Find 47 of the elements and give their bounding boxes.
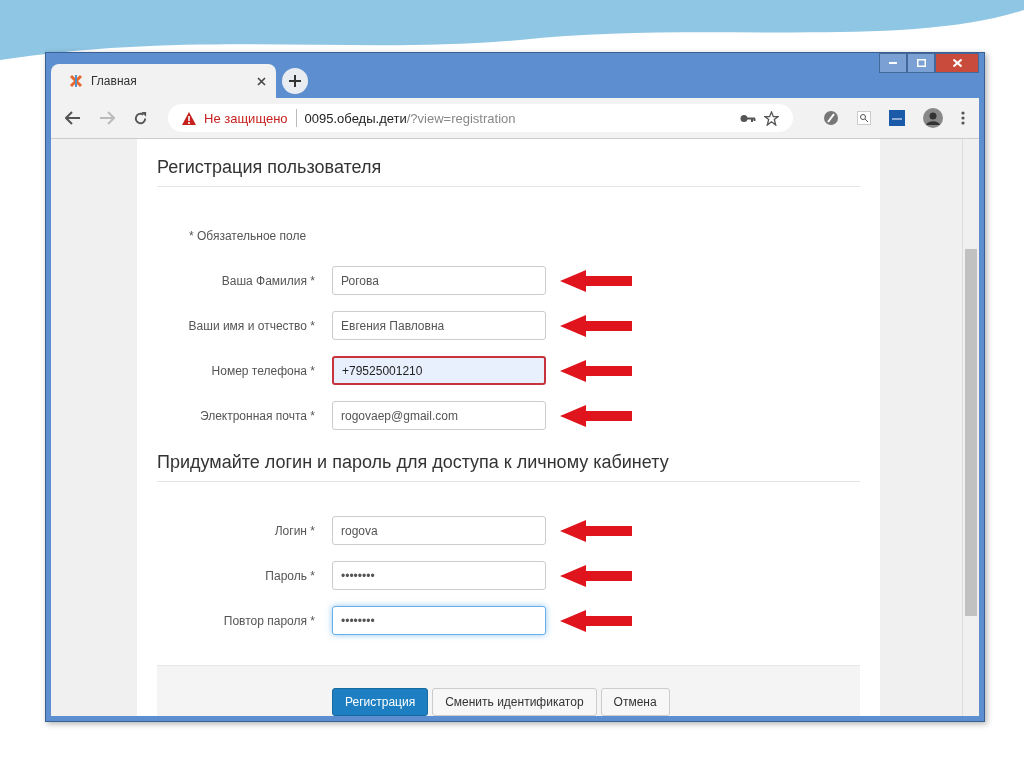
close-icon[interactable] <box>257 76 266 86</box>
input-field[interactable]: •••••••• <box>332 561 546 590</box>
search-icon[interactable] <box>857 111 871 125</box>
reload-icon[interactable] <box>133 110 148 126</box>
field-label: Повтор пароля * <box>222 613 316 628</box>
menu-icon[interactable] <box>961 111 965 125</box>
extension-icon[interactable] <box>889 110 905 126</box>
required-note: * Обязательное поле <box>189 229 308 243</box>
input-field[interactable]: •••••••• <box>332 606 546 635</box>
input-field[interactable]: +79525001210 <box>332 356 546 385</box>
maximize-button[interactable] <box>907 53 935 73</box>
browser-tab[interactable]: Главная <box>51 64 276 98</box>
tab-title: Главная <box>91 74 138 88</box>
security-label: Не защищено <box>204 110 288 126</box>
site-logo-icon <box>69 74 83 88</box>
close-button[interactable] <box>935 53 979 73</box>
input-field[interactable]: Евгения Павловна <box>332 311 546 340</box>
field-label: Ваша Фамилия * <box>220 273 316 288</box>
extension-icon[interactable] <box>823 110 839 126</box>
field-label: Ваши имя и отчество * <box>187 318 316 333</box>
field-label: Логин * <box>273 523 316 538</box>
input-field[interactable]: rogovaep@gmail.com <box>332 401 546 430</box>
back-icon[interactable] <box>65 111 81 125</box>
field-label: Номер телефона * <box>210 363 316 378</box>
avatar-icon[interactable] <box>923 108 943 128</box>
field-label: Электронная почта * <box>198 408 316 423</box>
key-icon[interactable] <box>740 113 756 123</box>
minimize-button[interactable] <box>879 53 907 73</box>
minimize-icon <box>889 62 897 64</box>
form-button[interactable]: Сменить идентификатор <box>432 688 597 716</box>
form-title: Регистрация пользователя <box>157 139 860 187</box>
close-icon <box>952 59 962 67</box>
maximize-icon <box>916 59 926 67</box>
scrollbar-thumb[interactable] <box>965 249 977 616</box>
new-tab-button[interactable] <box>282 68 308 94</box>
warning-icon <box>182 111 196 125</box>
url-text: 0095.обеды.дети/?view=registration <box>304 110 516 126</box>
address-bar[interactable]: Не защищено 0095.обеды.дети/?view=registration <box>168 104 793 132</box>
input-field[interactable]: Рогова <box>332 266 546 295</box>
star-icon[interactable] <box>764 110 779 126</box>
section-title: Придумайте логин и пароль для доступа к личному кабинету <box>157 434 860 482</box>
plus-icon <box>288 74 302 88</box>
field-label: Пароль * <box>264 568 316 583</box>
input-field[interactable]: rogova <box>332 516 546 545</box>
form-button[interactable]: Отмена <box>600 688 670 716</box>
scrollbar[interactable] <box>962 139 979 716</box>
form-button[interactable]: Регистрация <box>332 688 429 716</box>
